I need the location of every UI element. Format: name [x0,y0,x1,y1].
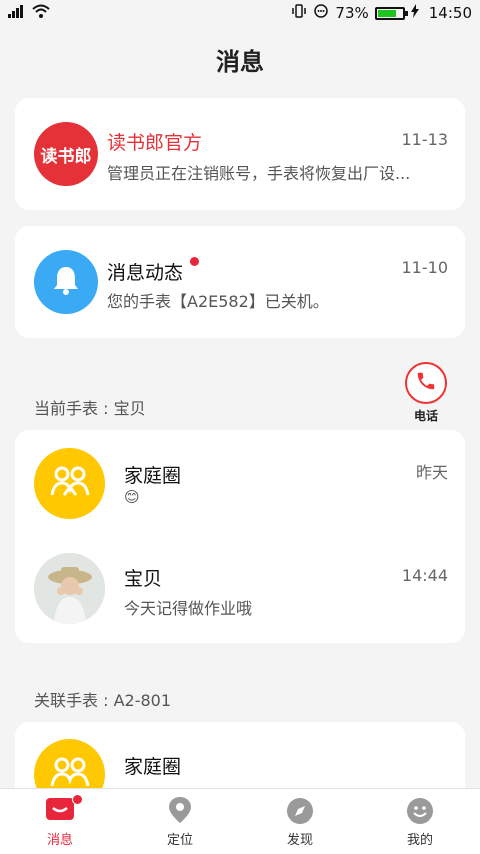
official-logo-text: 读书郎 [40,146,92,167]
signal-icon [8,4,24,22]
smile-face-icon [406,797,433,824]
tab-label: 发现 [286,833,313,848]
chat-preview-emoji: 😊 [124,488,140,506]
chat-preview: 今天记得做作业哦 [124,599,253,618]
current-watch-card: 家庭圈 昨天 😊 宝贝 14:44 今天记得做作业哦 [15,430,465,643]
vibrate-icon [291,3,307,23]
page-title: 消息 [216,48,264,76]
unread-badge [190,257,199,266]
linked-watch-label: 关联手表 : A2-801 [34,691,172,710]
location-pin-icon [167,796,193,823]
clock-time: 14:50 [428,4,472,22]
family-avatar [34,448,105,519]
message-icon [46,798,74,822]
tab-label: 定位 [166,833,193,848]
bell-icon [51,264,81,300]
tab-label: 消息 [46,833,73,848]
chat-item-baobei[interactable]: 宝贝 14:44 今天记得做作业哦 [15,536,465,643]
tab-label: 我的 [406,833,433,848]
tab-messages[interactable]: 消息 [0,789,120,854]
bell-avatar [34,250,98,314]
baobei-avatar [34,553,105,624]
family-group-icon [50,465,90,503]
official-account-card[interactable]: 读书郎 读书郎官方 11-13 管理员正在注销账号，手表将恢复出厂设... [15,98,465,210]
status-bar: 73% 14:50 [0,0,480,26]
notifications-preview: 您的手表【A2E582】已关机。 [107,292,329,311]
official-preview: 管理员正在注销账号，手表将恢复出厂设... [107,164,411,183]
compass-icon [286,797,313,824]
official-date: 11-13 [401,130,449,149]
official-name: 读书郎官方 [107,132,203,154]
tab-location[interactable]: 定位 [120,789,240,854]
notifications-date: 11-10 [401,258,449,277]
chat-item-family-circle[interactable]: 家庭圈 昨天 😊 [15,430,465,536]
chat-bubble-icon [313,3,329,23]
message-notifications-card[interactable]: 消息动态 11-10 您的手表【A2E582】已关机。 [15,226,465,338]
call-label: 电话 [413,409,438,423]
tab-unread-badge [72,794,83,805]
chat-name: 家庭圈 [124,465,182,487]
current-watch-label: 当前手表 : 宝贝 [34,399,146,418]
phone-icon [415,370,437,396]
chat-name: 家庭圈 [124,756,182,778]
chat-time: 昨天 [415,463,448,482]
official-avatar: 读书郎 [34,122,98,186]
chat-time: 14:44 [401,566,448,585]
chat-name: 宝贝 [124,568,163,590]
charging-icon [410,4,419,22]
tab-mine[interactable]: 我的 [360,789,480,854]
battery-icon [374,6,408,20]
wifi-icon [32,4,50,22]
call-button[interactable] [405,362,447,404]
battery-percent: 73% [335,4,369,22]
notifications-name: 消息动态 [107,262,184,284]
bottom-tab-bar: 消息 定位 发现 我的 [0,788,480,854]
tab-discover[interactable]: 发现 [240,789,360,854]
